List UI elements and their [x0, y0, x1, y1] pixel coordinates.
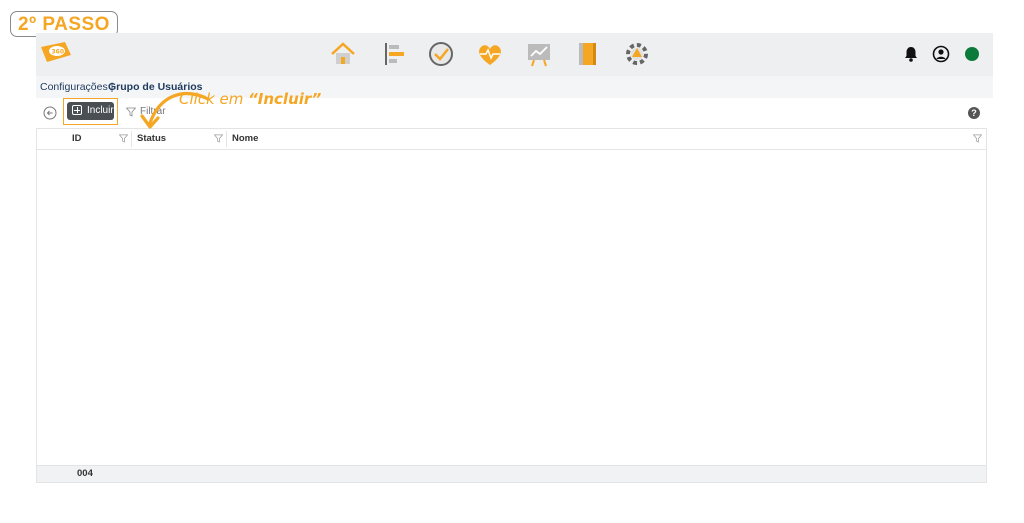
settings-gear-icon[interactable]: [622, 39, 652, 69]
help-icon[interactable]: ?: [968, 107, 980, 119]
status-online-icon: [965, 47, 979, 61]
column-filter-icon[interactable]: [214, 134, 223, 143]
timeline-icon[interactable]: [378, 39, 408, 69]
logo-icon[interactable]: 360: [39, 41, 73, 63]
plus-square-icon: [72, 105, 82, 115]
column-divider[interactable]: [131, 131, 132, 147]
data-grid: ID Status Nome 004: [36, 128, 987, 483]
callout-prefix: Click em: [179, 90, 249, 108]
column-header-id[interactable]: ID: [72, 129, 132, 149]
callout-text: Click em “Incluir”: [179, 90, 321, 108]
include-button[interactable]: Incluir: [67, 102, 114, 120]
notebook-icon[interactable]: [573, 39, 603, 69]
column-filter-icon[interactable]: [973, 134, 982, 143]
user-profile-icon[interactable]: [932, 45, 950, 63]
include-button-label: Incluir: [87, 105, 114, 116]
home-icon[interactable]: [328, 39, 358, 69]
callout-emphasis: “Incluir”: [248, 90, 322, 108]
back-arrow-icon[interactable]: [43, 106, 57, 120]
bell-icon[interactable]: [902, 45, 920, 63]
column-divider[interactable]: [226, 131, 227, 147]
grid-footer: 004: [37, 465, 986, 482]
check-clock-icon[interactable]: [426, 39, 456, 69]
column-label: ID: [72, 133, 82, 144]
column-label: Status: [137, 133, 167, 144]
breadcrumb-parent[interactable]: Configurações |: [40, 76, 113, 98]
top-navbar: 360: [36, 33, 993, 76]
svg-text:360: 360: [52, 49, 65, 56]
column-filter-icon[interactable]: [119, 134, 128, 143]
filter-icon: [126, 107, 136, 117]
app-window: 360 Configurações | Grupo de Usuários In…: [36, 33, 993, 484]
column-label: Nome: [232, 133, 259, 144]
column-header-nome[interactable]: Nome: [232, 129, 982, 149]
heart-pulse-icon[interactable]: [475, 39, 505, 69]
chart-board-icon[interactable]: [524, 39, 554, 69]
footer-count: 004: [77, 468, 93, 479]
